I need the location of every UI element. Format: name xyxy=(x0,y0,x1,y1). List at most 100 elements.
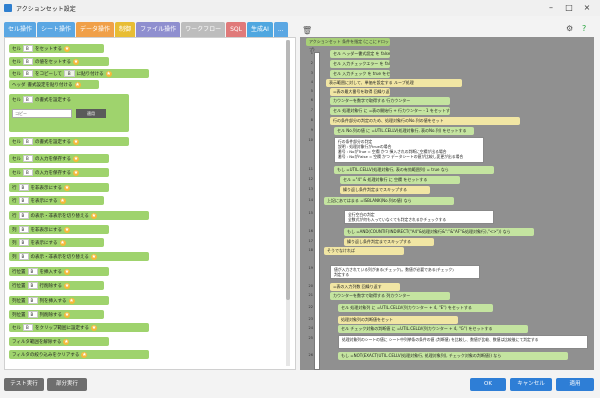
palette-block[interactable]: セル B の値をセットする ★ xyxy=(9,57,109,66)
editor-comment[interactable]: 値が入力されている列がある(チェック)。数値が必要である(チェック) 判定する xyxy=(330,265,480,279)
star-icon: ★ xyxy=(64,226,71,233)
palette-block[interactable]: ヘッダ 書式設定を貼り付ける ★ xyxy=(9,80,99,89)
format-field[interactable]: コピー xyxy=(12,109,72,118)
palette-block[interactable]: フィルタの絞り込みをクリアする ★ xyxy=(9,350,149,359)
editor-comment[interactable]: 処理対象列のシートの値に シート中列挙条の条件の値 (判断値) を比較し、数値が… xyxy=(338,335,588,349)
cell-input[interactable]: B xyxy=(18,184,29,191)
minimize-button[interactable]: – xyxy=(544,2,558,13)
editor-row[interactable]: =表の入力列数 回繰り返す xyxy=(330,283,400,291)
row-number: 2 xyxy=(310,61,313,65)
editor-row[interactable]: セル No.列の値 に =UTIL.CELLV(処理対象行, 表のNo.列) を… xyxy=(334,127,474,135)
cell-input[interactable]: B xyxy=(23,58,33,65)
editor-comment[interactable]: 行の条件部分の判定 説明 : 処理対象行がtrueの場合 番号 : NoがTru… xyxy=(334,137,484,163)
tab-6[interactable]: SQL xyxy=(226,22,246,37)
tab-8[interactable]: ... xyxy=(273,22,288,37)
editor-row[interactable]: セル ="4" & 処理対象行 に 空欄 をセットする xyxy=(340,176,460,184)
editor-row[interactable]: カウンターを数字で取得する 列カウンター xyxy=(330,292,450,300)
cell-input[interactable]: B xyxy=(18,197,29,204)
editor-row[interactable]: カウンターを数字で取得する 行カウンター xyxy=(330,97,450,105)
format-apply-button[interactable]: 適用 xyxy=(76,109,106,118)
tab-5[interactable]: ワークフロー xyxy=(181,22,226,37)
palette-format-block[interactable]: セル B の書式を設定する コピー 適用 xyxy=(9,94,129,132)
palette-block[interactable]: 行位置 B を挿入する ★ xyxy=(9,267,109,276)
partial-run-button[interactable]: 部分実行 xyxy=(47,378,87,391)
palette-block[interactable]: 行 B を非表示にする ★ xyxy=(9,183,109,192)
editor-row[interactable]: セル 処理対象行 に =表の開始行 + 行カウンター - 1 をセットする xyxy=(330,107,450,115)
editor-row[interactable]: 表示範囲に対して、単価を設定する ループ処理 xyxy=(326,79,462,87)
palette-block[interactable]: 行 B を表示にする ★ xyxy=(9,196,104,205)
close-button[interactable]: × xyxy=(580,2,594,13)
tab-0[interactable]: セル操作 xyxy=(4,22,37,37)
trash-icon[interactable]: 🗑 xyxy=(302,26,312,35)
format-cell-input[interactable]: B xyxy=(23,96,33,103)
editor-row[interactable]: セル チェック対象の判断値 に =UTIL.CELLV(列カウンター + 4, … xyxy=(338,325,528,333)
row-number: 4 xyxy=(310,80,313,84)
editor-row[interactable]: セル 処理対象列 に =UTIL.CELLV(列カウンター + 4, "E") … xyxy=(338,304,493,312)
editor-row[interactable]: セル 入力チェックエラー を false をセットする xyxy=(330,60,390,68)
cell-input[interactable]: B xyxy=(23,169,33,176)
palette-block[interactable]: 列位置 B 列を挿入する ★ xyxy=(9,296,109,305)
category-tabs: セル操作 シート操作 データ操作 制御 ファイル操作 ワークフロー SQL 生成AI... xyxy=(4,22,296,37)
cell-input[interactable]: B xyxy=(23,324,33,331)
cell-input[interactable]: B xyxy=(23,45,33,52)
block-suffix: を表示にする xyxy=(30,198,58,204)
tab-4[interactable]: ファイル操作 xyxy=(136,22,181,37)
palette-block[interactable]: セル B の入力を保存する ★ xyxy=(9,168,109,177)
palette-block[interactable]: セル B をコピーして B に貼り付ける ★ xyxy=(9,69,149,78)
editor-row[interactable]: =表の最大番号を取得 回繰り返す xyxy=(330,88,390,96)
block-prefix: 行 xyxy=(12,213,17,219)
palette-scroll-thumb[interactable] xyxy=(286,40,290,300)
palette-block[interactable]: 行 B の表示・非表示を切り替える ★ xyxy=(9,211,149,220)
palette-block[interactable]: 列位置 B 列削除する ★ xyxy=(9,310,104,319)
editor-row[interactable]: もし =NOT(EXACT(UTIL.CELLV(処理対象行, 処理対象列), … xyxy=(338,352,568,360)
palette-block[interactable]: フィルタ範囲を解除する ★ xyxy=(9,337,109,346)
cell-input[interactable]: B xyxy=(27,297,38,304)
cell-input[interactable]: B xyxy=(18,253,29,260)
editor-row[interactable]: そうでなければ xyxy=(324,247,404,255)
cell-input[interactable]: B xyxy=(18,239,29,246)
ok-button[interactable]: OK xyxy=(470,378,506,391)
editor-row[interactable]: もし =AND(COUNTIF(INDIRECT("A4"&処理対象行&":"&… xyxy=(344,228,534,236)
cell-input[interactable]: B xyxy=(27,268,38,275)
cell-input[interactable]: B xyxy=(23,155,33,162)
maximize-button[interactable]: □ xyxy=(562,2,576,13)
tab-1[interactable]: シート操作 xyxy=(37,22,76,37)
palette-block[interactable]: 列 B を表示にする ★ xyxy=(9,238,104,247)
star-icon: ★ xyxy=(64,268,70,275)
cell-input[interactable]: B xyxy=(23,70,33,77)
cell-input[interactable]: B xyxy=(23,138,33,145)
cell-input[interactable]: B xyxy=(27,282,38,289)
editor-row[interactable]: 上記にあてはまる =ISBLANK(No.列の値) なら xyxy=(324,197,454,205)
palette-block[interactable]: 列 B を非表示にする ★ xyxy=(9,225,109,234)
star-icon: ★ xyxy=(59,197,66,204)
editor-row[interactable]: 行の条件部分の判定のため、処理対象行のNo.列の値をセット xyxy=(330,117,520,125)
editor-row[interactable]: セル 入力チェック を true をセットする xyxy=(330,70,390,78)
editor-comment[interactable]: 全行空白の判定 全数式が何も入っていなくても判定されるかチェックする xyxy=(344,210,494,224)
editor-row[interactable]: 繰り返し条件判定までスキップする xyxy=(340,186,430,194)
editor-header[interactable]: アクションセット 条件を指定 (ここにドロップ) xyxy=(306,38,390,52)
editor-row[interactable]: セル ヘッダー書式設定 を false をセットする xyxy=(330,50,390,58)
palette-block[interactable]: 行位置 B 行削除する ★ xyxy=(9,281,104,290)
editor-row[interactable]: 繰り返し条件判定までスキップする xyxy=(344,238,434,246)
tab-7[interactable]: 生成AI xyxy=(246,22,273,37)
cell-input[interactable]: B xyxy=(27,311,38,318)
palette-block[interactable]: 列 B の表示・非表示を切り替える ★ xyxy=(9,252,149,261)
cell-input[interactable]: B xyxy=(18,226,29,233)
gear-icon[interactable]: ⚙ xyxy=(566,24,573,33)
apply-button[interactable]: 適用 xyxy=(556,378,594,391)
palette-block[interactable]: セル B をクリップ範囲に設定する ★ xyxy=(9,323,149,332)
tab-2[interactable]: データ操作 xyxy=(76,22,115,37)
palette-block[interactable]: セル B をセットする ★ xyxy=(9,44,104,53)
cancel-button[interactable]: キャンセル xyxy=(510,378,552,391)
tab-3[interactable]: 制御 xyxy=(115,22,136,37)
block-prefix: 行位置 xyxy=(12,283,26,289)
palette-block[interactable]: セル B の書式を設定する ★ xyxy=(9,137,129,146)
block-suffix: の入力を保存する xyxy=(35,170,71,176)
editor-row[interactable]: もし =UTIL.CELLV(処理対象行, 表の有効範囲列) = true なら xyxy=(334,166,494,174)
option-select[interactable]: B xyxy=(63,70,75,77)
cell-input[interactable]: B xyxy=(18,212,29,219)
editor-row[interactable]: 処理対象列の判断値をセット xyxy=(338,316,458,324)
help-icon[interactable]: ? xyxy=(582,24,586,33)
palette-block[interactable]: セル B の入力を保存する ★ xyxy=(9,154,109,163)
test-run-button[interactable]: テスト実行 xyxy=(4,378,44,391)
